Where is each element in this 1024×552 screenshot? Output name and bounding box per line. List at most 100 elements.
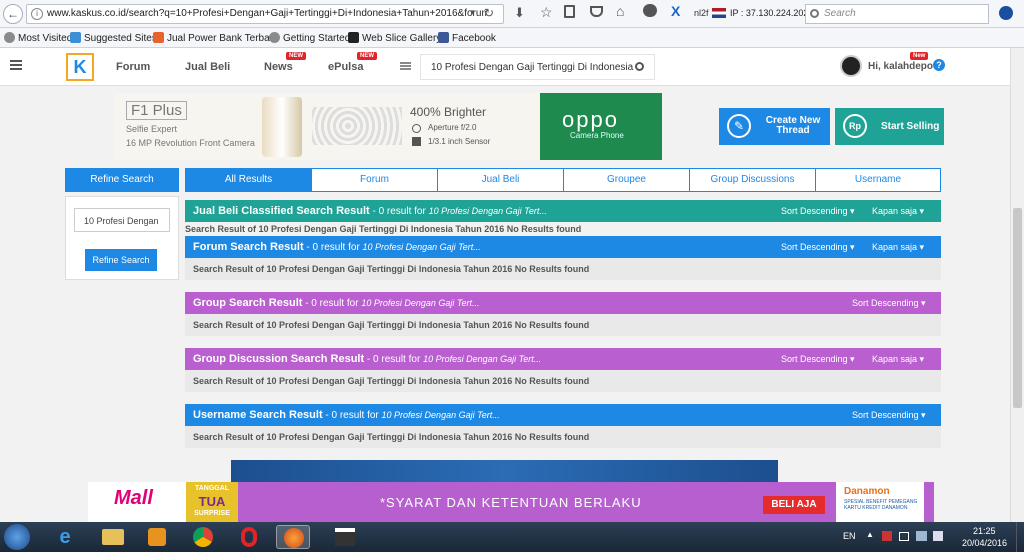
bookmarks-bar: Most Visited Suggested Sites Jual Power … bbox=[0, 28, 1024, 48]
section-query: 10 Profesi Dengan Gaji Tert... bbox=[362, 242, 481, 252]
banner-aperture: Aperture f/2.0 bbox=[428, 123, 477, 132]
tab-forum[interactable]: Forum bbox=[311, 168, 438, 192]
clipboard-icon[interactable] bbox=[564, 5, 575, 18]
jual-beli-result-section: Jual Beli Classified Search Result - 0 r… bbox=[185, 200, 941, 236]
chrome-shape bbox=[193, 527, 213, 547]
tray-battery-icon[interactable] bbox=[899, 532, 909, 541]
page-scrollbar[interactable] bbox=[1010, 48, 1024, 522]
search-menu-icon[interactable] bbox=[400, 62, 411, 64]
tray-network-icon[interactable] bbox=[916, 531, 927, 541]
nav-news[interactable]: News bbox=[264, 61, 293, 73]
refine-search-input[interactable]: 10 Profesi Dengan bbox=[74, 208, 170, 232]
time-dropdown[interactable]: Kapan saja ▾ bbox=[872, 348, 924, 370]
oppo-logo: oppo bbox=[562, 107, 619, 132]
tab-group-discussions[interactable]: Group Discussions bbox=[689, 168, 816, 192]
scrollbar-thumb[interactable] bbox=[1013, 208, 1022, 408]
username-result-section: Username Search Result - 0 result for 10… bbox=[185, 404, 941, 448]
tab-all-results[interactable]: All Results bbox=[185, 168, 312, 192]
rp-icon: Rp bbox=[843, 114, 867, 138]
browser-search-input[interactable]: Search bbox=[805, 4, 989, 24]
info-icon[interactable]: i bbox=[31, 8, 43, 20]
sort-dropdown[interactable]: Sort Descending ▾ bbox=[852, 292, 926, 314]
section-title: Forum Search Result bbox=[193, 241, 304, 253]
language-indicator[interactable]: EN bbox=[843, 531, 856, 541]
tray-volume-icon[interactable] bbox=[933, 531, 943, 541]
home-icon[interactable]: ⌂ bbox=[616, 3, 624, 19]
section-body: Search Result of 10 Profesi Dengan Gaji … bbox=[185, 314, 941, 336]
section-header: Group Discussion Search Result - 0 resul… bbox=[185, 348, 941, 370]
download-icon[interactable]: ⬇ bbox=[514, 5, 525, 21]
menu-hamburger-icon[interactable] bbox=[10, 60, 22, 62]
tanggal-tua-panel: TANGGAL TUA SURPRISE bbox=[186, 482, 238, 522]
site-search-input[interactable]: 10 Profesi Dengan Gaji Tertinggi Di Indo… bbox=[420, 54, 655, 80]
tab-username[interactable]: Username bbox=[815, 168, 941, 192]
bookmark-facebook[interactable]: Facebook bbox=[438, 32, 496, 44]
bookmark-suggested-sites[interactable]: Suggested Sites bbox=[70, 32, 157, 44]
sort-dropdown[interactable]: Sort Descending ▾ bbox=[781, 200, 855, 222]
nav-forum[interactable]: Forum bbox=[116, 61, 150, 73]
search-placeholder: Search bbox=[824, 8, 856, 19]
tray-flag-icon[interactable] bbox=[882, 531, 892, 541]
oppo-banner[interactable]: F1 Plus Selfie Expert 16 MP Revolution F… bbox=[114, 93, 662, 160]
banner-desc: 16 MP Revolution Front Camera bbox=[126, 138, 255, 148]
section-header: Username Search Result - 0 result for 10… bbox=[185, 404, 941, 426]
kaskus-logo[interactable]: K bbox=[66, 53, 94, 81]
extension-icon[interactable] bbox=[999, 6, 1013, 20]
start-button[interactable] bbox=[4, 524, 30, 550]
bookmark-web-slice[interactable]: Web Slice Gallery bbox=[348, 32, 441, 44]
nav-jual-beli[interactable]: Jual Beli bbox=[185, 61, 230, 73]
firefox-icon[interactable] bbox=[276, 525, 310, 549]
opera-icon[interactable] bbox=[232, 525, 266, 549]
aperture-icon bbox=[412, 124, 421, 133]
x-extension-icon[interactable]: X bbox=[671, 3, 680, 19]
beli-aja-button[interactable]: BELI AJA bbox=[763, 496, 825, 514]
media-321-icon[interactable] bbox=[328, 525, 362, 549]
chrome-icon[interactable] bbox=[186, 525, 220, 549]
sort-dropdown[interactable]: Sort Descending ▾ bbox=[781, 236, 855, 258]
ie-icon[interactable]: e bbox=[48, 525, 82, 549]
back-button[interactable]: ← bbox=[3, 4, 23, 24]
reload-icon[interactable]: ↻ bbox=[484, 6, 494, 20]
bookmark-power-bank[interactable]: Jual Power Bank Terba... bbox=[153, 32, 278, 44]
section-title: Group Discussion Search Result bbox=[193, 353, 365, 365]
sort-dropdown[interactable]: Sort Descending ▾ bbox=[781, 348, 855, 370]
magnifier-icon[interactable] bbox=[635, 62, 644, 71]
bookmark-most-visited[interactable]: Most Visited bbox=[4, 32, 72, 44]
section-body: Search Result of 10 Profesi Dengan Gaji … bbox=[185, 224, 582, 234]
matahari-mall-ad[interactable]: Mall TANGGAL TUA SURPRISE *SYARAT DAN KE… bbox=[88, 482, 934, 522]
nav-epulsa[interactable]: ePulsa bbox=[328, 61, 363, 73]
sort-dropdown[interactable]: Sort Descending ▾ bbox=[852, 404, 926, 426]
create-thread-label: Create New Thread bbox=[765, 115, 821, 136]
bookmark-getting-started[interactable]: Getting Started bbox=[269, 32, 350, 44]
start-selling-button[interactable]: Rp Start Selling bbox=[835, 108, 944, 145]
media-player-icon[interactable] bbox=[140, 525, 174, 549]
show-desktop-button[interactable] bbox=[1016, 522, 1024, 552]
avatar[interactable] bbox=[840, 55, 862, 77]
browser-toolbar: ← i www.kaskus.co.id/search?q=10+Profesi… bbox=[0, 0, 1024, 28]
user-new-badge: New bbox=[910, 52, 929, 60]
pocket-icon[interactable] bbox=[590, 6, 603, 17]
bookmark-star-icon[interactable]: ☆ bbox=[540, 4, 553, 21]
dropdown-icon[interactable]: ▾ bbox=[470, 7, 475, 18]
tab-jual-beli[interactable]: Jual Beli bbox=[437, 168, 564, 192]
firefox-shape bbox=[284, 528, 304, 548]
tab-groupee[interactable]: Groupee bbox=[563, 168, 690, 192]
refine-search-button[interactable]: Refine Search bbox=[85, 249, 157, 271]
section-body: Search Result of 10 Profesi Dengan Gaji … bbox=[185, 258, 941, 280]
help-icon[interactable]: ? bbox=[933, 59, 945, 71]
section-count: - 0 result for bbox=[364, 354, 424, 365]
time-dropdown[interactable]: Kapan saja ▾ bbox=[872, 200, 924, 222]
gear-icon bbox=[4, 32, 15, 43]
ad-image-partial[interactable] bbox=[231, 460, 778, 482]
create-thread-button[interactable]: ✎ Create New Thread bbox=[719, 108, 830, 145]
clock-date[interactable]: 20/04/2016 bbox=[962, 538, 1007, 548]
user-greeting[interactable]: Hi, kalahdepo bbox=[868, 61, 933, 72]
explorer-folder-icon[interactable] bbox=[96, 525, 130, 549]
clock-time[interactable]: 21:25 bbox=[973, 526, 996, 536]
url-bar[interactable]: i www.kaskus.co.id/search?q=10+Profesi+D… bbox=[26, 4, 504, 24]
shop-icon bbox=[153, 32, 164, 43]
time-dropdown[interactable]: Kapan saja ▾ bbox=[872, 236, 924, 258]
refine-input-value: 10 Profesi Dengan bbox=[84, 216, 159, 226]
tray-arrow-icon[interactable]: ▲ bbox=[866, 530, 874, 539]
chat-icon[interactable] bbox=[643, 4, 657, 17]
